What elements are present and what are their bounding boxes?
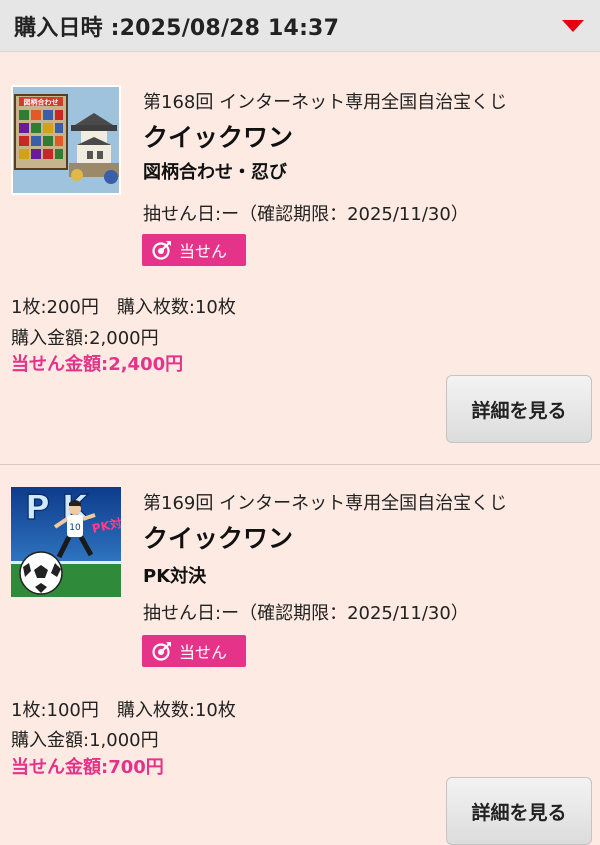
win-badge-label: 当せん (179, 242, 228, 261)
target-icon (152, 240, 172, 260)
zugara-awase-ninja-thumbnail: 図柄合わせ (11, 85, 121, 195)
game-name: クイックワン (143, 524, 294, 553)
purchase-datetime-title: 購入日時 :2025/08/28 14:37 (14, 15, 340, 41)
price-quantity-line: 1枚:200円 購入枚数:10枚 (11, 293, 236, 319)
lottery-name: 第169回 インターネット専用全国自治宝くじ (143, 493, 508, 514)
purchase-quantity: 購入枚数:10枚 (116, 700, 236, 721)
unit-price: 1枚:200円 (11, 297, 99, 318)
purchase-amount: 購入金額:2,000円 (11, 328, 159, 349)
caret-down-icon[interactable] (562, 20, 584, 32)
purchase-datetime-header[interactable]: 購入日時 :2025/08/28 14:37 (0, 0, 600, 52)
price-quantity-line: 1枚:100円 購入枚数:10枚 (11, 696, 236, 722)
draw-date: 抽せん日:ー（確認期限：2025/11/30） (143, 603, 469, 624)
jersey-number: 10 (69, 523, 81, 533)
target-icon (152, 641, 172, 661)
win-badge: 当せん (142, 234, 246, 266)
game-name: クイックワン (143, 123, 294, 152)
game-subtitle: PK対決 (143, 566, 207, 587)
win-amount: 当せん金額:700円 (11, 757, 164, 778)
thumbnail-logo-text: 図柄合わせ (24, 98, 59, 107)
view-details-button[interactable]: 詳細を見る (446, 777, 592, 845)
purchase-amount: 購入金額:1,000円 (11, 730, 159, 751)
game-subtitle: 図柄合わせ・忍び (143, 162, 287, 183)
unit-price: 1枚:100円 (11, 700, 99, 721)
pk-taiketsu-thumbnail: P K PK対決 10 (11, 487, 121, 597)
lottery-name: 第168回 インターネット専用全国自治宝くじ (143, 92, 508, 113)
draw-date: 抽せん日:ー（確認期限：2025/11/30） (143, 204, 469, 225)
view-details-button[interactable]: 詳細を見る (446, 375, 592, 443)
win-badge-label: 当せん (179, 643, 228, 662)
win-amount: 当せん金額:2,400円 (11, 354, 184, 375)
win-badge: 当せん (142, 635, 246, 667)
purchase-quantity: 購入枚数:10枚 (116, 297, 236, 318)
item-divider (0, 464, 600, 465)
